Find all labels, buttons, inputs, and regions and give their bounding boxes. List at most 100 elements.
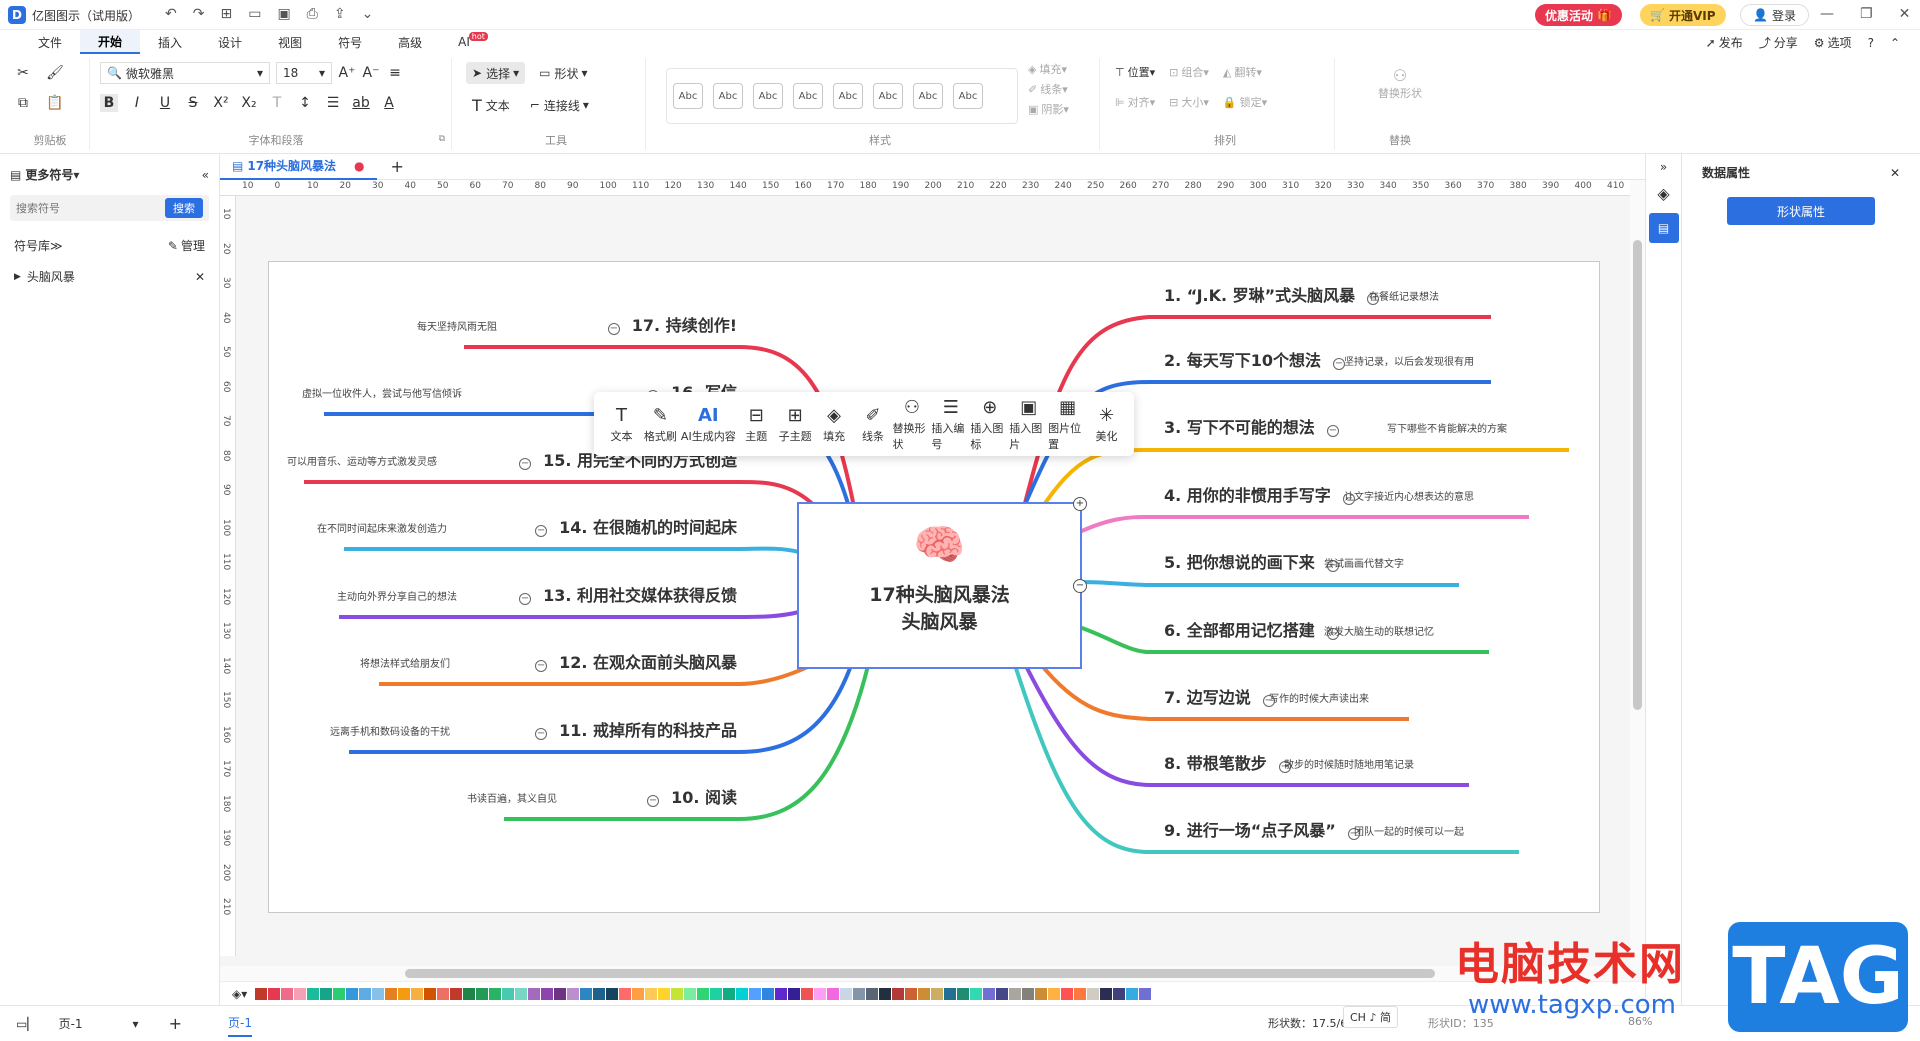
color-swatch[interactable] [593, 987, 606, 1000]
select-button[interactable]: ➤ 选择 ▾ [466, 62, 526, 84]
topic-note[interactable]: 主动向外界分享自己的想法 [337, 588, 457, 603]
color-swatch[interactable] [658, 987, 671, 1000]
color-swatch[interactable] [1087, 987, 1100, 1000]
tree-item-brainstorm[interactable]: ▶ 头脑风暴 ✕ [0, 260, 219, 293]
format-painter-icon[interactable]: 🖌 [46, 64, 64, 82]
topic-note[interactable]: 远离手机和数码设备的干扰 [330, 723, 450, 738]
superscript-icon[interactable]: X² [212, 94, 230, 112]
color-swatch[interactable] [1139, 987, 1152, 1000]
options-button[interactable]: ⚙ 选项 [1814, 34, 1852, 51]
menu-design[interactable]: 设计 [200, 30, 260, 54]
italic-icon[interactable]: I [128, 94, 146, 112]
doc-tab[interactable]: ▤ 17种头脑风暴法 ● [220, 154, 377, 180]
align-button[interactable]: ⊫ 对齐 ▾ [1115, 94, 1155, 110]
menu-view[interactable]: 视图 [260, 30, 320, 54]
color-swatch[interactable] [255, 987, 268, 1000]
color-swatch[interactable] [554, 987, 567, 1000]
color-swatch[interactable] [346, 987, 359, 1000]
topic-note[interactable]: 在不同时间起床来激发创造力 [317, 520, 447, 535]
horizontal-scroll-thumb[interactable] [405, 969, 1435, 978]
new-icon[interactable]: ⊞ [220, 6, 232, 22]
more-symbols-header[interactable]: ▤ 更多符号 ▾ [10, 166, 79, 183]
toolbar-button[interactable]: ▣ 插入图片 [1009, 396, 1048, 452]
toolbar-button[interactable]: AI AI生成内容 [680, 396, 737, 452]
menu-advanced[interactable]: 高级 [380, 30, 440, 54]
topic-note[interactable]: 书读百遍，其义自见 [467, 790, 557, 805]
color-swatch[interactable] [1074, 987, 1087, 1000]
open-icon[interactable]: ▭ [248, 6, 261, 22]
more-icon[interactable]: ⌄ [362, 6, 374, 22]
color-swatch[interactable] [463, 987, 476, 1000]
replace-shape-button[interactable]: ⚇ 替换形状 [1345, 58, 1455, 101]
highlight-icon[interactable]: ab [352, 94, 370, 112]
topic-node[interactable]: 7. 边写边说 − [1164, 684, 1275, 708]
color-swatch[interactable] [684, 987, 697, 1000]
vertical-scroll-thumb[interactable] [1633, 240, 1642, 710]
page-tab[interactable]: 页-1 [227, 1010, 252, 1037]
color-swatch[interactable] [827, 987, 840, 1000]
collapse-handle-icon[interactable]: − [1073, 579, 1087, 593]
font-color-icon[interactable]: A [380, 94, 398, 112]
color-swatch[interactable] [1048, 987, 1061, 1000]
color-swatch[interactable] [762, 987, 775, 1000]
topic-note[interactable]: 每天坚持风雨无阻 [417, 318, 497, 333]
topic-note[interactable]: 让文字接近内心想表达的意思 [1344, 488, 1474, 503]
color-swatch[interactable] [1009, 987, 1022, 1000]
topic-note[interactable]: 将想法样式给朋友们 [360, 655, 450, 670]
close-icon[interactable]: ✕ [1899, 6, 1911, 22]
collapse-icon[interactable]: − [607, 323, 620, 335]
central-topic[interactable]: 🧠 17种头脑风暴法 头脑风暴 + − [797, 497, 1087, 669]
fill-button[interactable]: ◈ 填充 ▾ [1028, 60, 1069, 80]
color-swatch[interactable] [1100, 987, 1113, 1000]
topic-node[interactable]: 3. 写下不可能的想法 − [1164, 414, 1339, 438]
data-properties-icon[interactable]: ▤ [1648, 213, 1679, 243]
style-swatch[interactable]: Abc [753, 83, 783, 109]
dialog-launcher-icon[interactable]: ⧉ [439, 134, 445, 144]
login-button[interactable]: 👤 登录 [1740, 4, 1809, 26]
color-swatch[interactable] [996, 987, 1009, 1000]
topic-note[interactable]: 写下哪些不肯能解决的方案 [1387, 420, 1507, 435]
color-swatch[interactable] [489, 987, 502, 1000]
collapse-icon[interactable]: − [535, 660, 548, 672]
copy-icon[interactable]: ⧉ [14, 94, 32, 112]
color-swatch[interactable] [983, 987, 996, 1000]
color-swatch[interactable] [606, 987, 619, 1000]
topic-node[interactable]: −12. 在观众面前头脑风暴 [535, 649, 737, 673]
align-icon[interactable]: ≡ [386, 64, 404, 82]
topic-note[interactable]: 虚拟一位收件人，尝试与他写信倾诉 [302, 385, 462, 400]
bullet-list-icon[interactable]: ☰ [324, 94, 342, 112]
topic-note[interactable]: 散步的时候随时随地用笔记录 [1284, 756, 1414, 771]
toolbar-button[interactable]: ⊞ 子主题 [776, 396, 815, 452]
color-swatch[interactable] [957, 987, 970, 1000]
topic-node[interactable]: −10. 阅读 [647, 784, 737, 808]
toolbar-button[interactable]: ⊟ 主题 [737, 396, 776, 452]
share-button[interactable]: ⤴ 分享 [1759, 34, 1798, 51]
print-icon[interactable]: ⎙ [307, 6, 318, 22]
color-swatch[interactable] [671, 987, 684, 1000]
toolbar-button[interactable]: ▦ 图片位置 [1048, 396, 1087, 452]
flip-button[interactable]: ◭ 翻转 ▾ [1223, 64, 1262, 80]
topic-node[interactable]: 9. 进行一场“点子风暴” − [1164, 817, 1360, 841]
collapse-icon[interactable]: − [535, 728, 548, 740]
menu-symbol[interactable]: 符号 [320, 30, 380, 54]
add-topic-handle-icon[interactable]: + [1073, 497, 1087, 511]
undo-icon[interactable]: ↶ [165, 6, 177, 22]
color-swatch[interactable] [905, 987, 918, 1000]
page-selector[interactable]: 页-1 [59, 1015, 83, 1032]
color-swatch[interactable] [645, 987, 658, 1000]
style-swatch[interactable]: Abc [713, 83, 743, 109]
color-swatch[interactable] [697, 987, 710, 1000]
size-button[interactable]: ⊟ 大小 ▾ [1169, 94, 1209, 110]
fill-bucket-icon[interactable]: ◈▾ [232, 987, 247, 1001]
topic-note[interactable]: 写作的时候大声读出来 [1269, 690, 1369, 705]
strikethrough-icon[interactable]: S [184, 94, 202, 112]
collapse-icon[interactable]: − [519, 593, 532, 605]
export-icon[interactable]: ⇪ [334, 6, 346, 22]
cut-icon[interactable]: ✂ [14, 64, 32, 82]
collapse-ribbon-icon[interactable]: ⌃ [1890, 36, 1900, 50]
color-swatch[interactable] [541, 987, 554, 1000]
style-swatch[interactable]: Abc [873, 83, 903, 109]
expand-panel-icon[interactable]: » [1646, 160, 1681, 174]
toolbar-button[interactable]: ⊕ 插入图标 [970, 396, 1009, 452]
vip-button[interactable]: 🛒 开通VIP [1640, 4, 1726, 26]
